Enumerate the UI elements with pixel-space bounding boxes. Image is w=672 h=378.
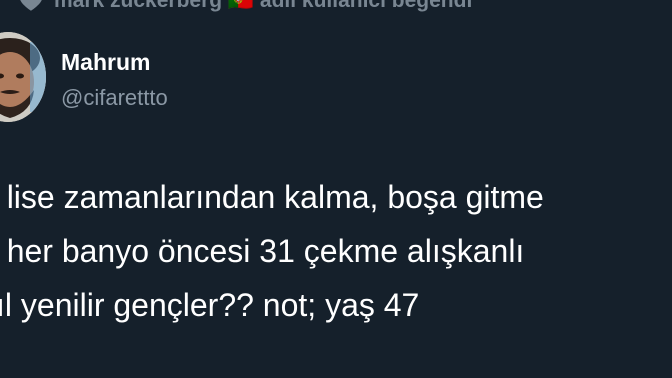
user-avatar-icon: [0, 32, 46, 122]
tweet-text: a lise zamanlarından kalma, boşa gitme e…: [0, 170, 672, 332]
tweet-text-line: a lise zamanlarından kalma, boşa gitme: [0, 179, 544, 215]
social-context-text: mark zuckerberg 🇵🇹 adlı kullanıcı beğend…: [54, 0, 473, 12]
social-context-bar[interactable]: mark zuckerberg 🇵🇹 adlı kullanıcı beğend…: [0, 0, 672, 14]
author-handle[interactable]: @cifarettto: [61, 85, 168, 111]
heart-icon: [20, 0, 42, 11]
tweet-text-line: e her banyo öncesi 31 çekme alışkanlı: [0, 233, 525, 269]
avatar[interactable]: [0, 32, 46, 122]
tweet-text-line: sıl yenilir gençler?? not; yaş 47: [0, 287, 420, 323]
author-name[interactable]: Mahrum: [61, 49, 150, 76]
